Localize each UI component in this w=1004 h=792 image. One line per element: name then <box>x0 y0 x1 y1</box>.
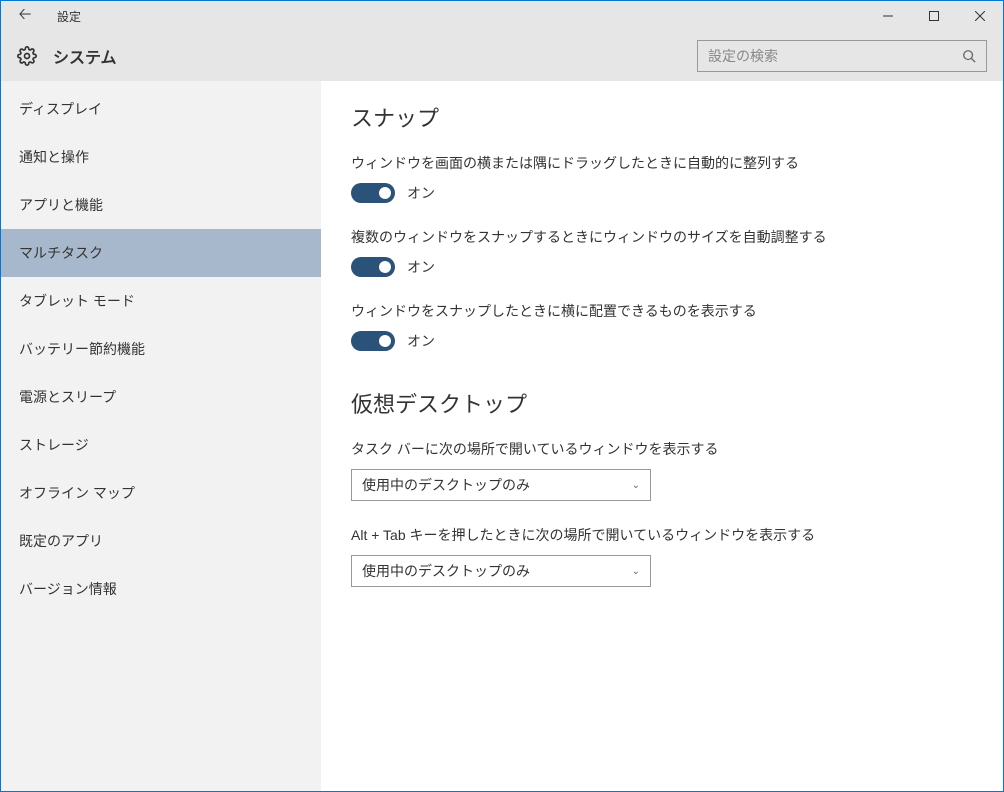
chevron-down-icon: ⌄ <box>632 480 640 491</box>
setting-snap-assist: ウィンドウをスナップしたときに横に配置できるものを表示する オン <box>351 301 973 351</box>
sidebar-item-label: 通知と操作 <box>19 147 89 167</box>
setting-label: タスク バーに次の場所で開いているウィンドウを表示する <box>351 439 973 459</box>
sidebar-item-label: バッテリー節約機能 <box>19 339 145 359</box>
sidebar-item-battery[interactable]: バッテリー節約機能 <box>1 325 321 373</box>
sidebar: ディスプレイ 通知と操作 アプリと機能 マルチタスク タブレット モード バッテ… <box>1 81 321 791</box>
search-box[interactable] <box>697 40 987 72</box>
sidebar-item-label: タブレット モード <box>19 291 135 311</box>
sidebar-item-notifications[interactable]: 通知と操作 <box>1 133 321 181</box>
main-panel: スナップ ウィンドウを画面の横または隅にドラッグしたときに自動的に整列する オン… <box>321 81 1003 791</box>
toggle-state: オン <box>407 331 435 351</box>
setting-snap-auto-size: 複数のウィンドウをスナップするときにウィンドウのサイズを自動調整する オン <box>351 227 973 277</box>
toggle-knob <box>379 187 391 199</box>
header: システム <box>1 31 1003 81</box>
sidebar-item-storage[interactable]: ストレージ <box>1 421 321 469</box>
chevron-down-icon: ⌄ <box>632 566 640 577</box>
content: ディスプレイ 通知と操作 アプリと機能 マルチタスク タブレット モード バッテ… <box>1 81 1003 791</box>
toggle-state: オン <box>407 257 435 277</box>
toggle-knob <box>379 261 391 273</box>
maximize-button[interactable] <box>911 1 957 31</box>
dropdown-value: 使用中のデスクトップのみ <box>362 475 530 495</box>
search-icon <box>962 49 976 63</box>
sidebar-item-power[interactable]: 電源とスリープ <box>1 373 321 421</box>
section-virtual-desktop: 仮想デスクトップ タスク バーに次の場所で開いているウィンドウを表示する 使用中… <box>351 387 973 587</box>
section-heading-snap: スナップ <box>351 101 973 133</box>
sidebar-item-label: ストレージ <box>19 435 89 455</box>
window-controls <box>865 1 1003 31</box>
titlebar: 🡠 設定 <box>1 1 1003 31</box>
sidebar-item-label: アプリと機能 <box>19 195 103 215</box>
page-title: システム <box>53 44 117 68</box>
toggle-snap-auto-size[interactable] <box>351 257 395 277</box>
back-arrow-icon: 🡠 <box>19 3 32 30</box>
sidebar-item-tablet[interactable]: タブレット モード <box>1 277 321 325</box>
sidebar-item-label: 既定のアプリ <box>19 531 103 551</box>
minimize-button[interactable] <box>865 1 911 31</box>
toggle-snap-auto-arrange[interactable] <box>351 183 395 203</box>
sidebar-item-apps[interactable]: アプリと機能 <box>1 181 321 229</box>
close-button[interactable] <box>957 1 1003 31</box>
sidebar-item-label: オフライン マップ <box>19 483 135 503</box>
setting-alttab-windows: Alt + Tab キーを押したときに次の場所で開いているウィンドウを表示する … <box>351 525 973 587</box>
sidebar-item-defaultapps[interactable]: 既定のアプリ <box>1 517 321 565</box>
setting-taskbar-windows: タスク バーに次の場所で開いているウィンドウを表示する 使用中のデスクトップのみ… <box>351 439 973 501</box>
toggle-knob <box>379 335 391 347</box>
dropdown-alttab-windows[interactable]: 使用中のデスクトップのみ ⌄ <box>351 555 651 587</box>
sidebar-item-about[interactable]: バージョン情報 <box>1 565 321 613</box>
sidebar-item-multitasking[interactable]: マルチタスク <box>1 229 321 277</box>
section-heading-virtual-desktop: 仮想デスクトップ <box>351 387 973 419</box>
dropdown-taskbar-windows[interactable]: 使用中のデスクトップのみ ⌄ <box>351 469 651 501</box>
sidebar-item-label: バージョン情報 <box>19 579 117 599</box>
sidebar-item-label: 電源とスリープ <box>19 387 116 407</box>
window-title: 設定 <box>57 8 81 25</box>
back-button[interactable]: 🡠 <box>1 1 49 31</box>
minimize-icon <box>883 11 893 21</box>
search-input[interactable] <box>708 48 962 64</box>
toggle-row: オン <box>351 331 973 351</box>
setting-label: Alt + Tab キーを押したときに次の場所で開いているウィンドウを表示する <box>351 525 973 545</box>
setting-label: ウィンドウを画面の横または隅にドラッグしたときに自動的に整列する <box>351 153 973 173</box>
close-icon <box>975 11 985 21</box>
dropdown-value: 使用中のデスクトップのみ <box>362 561 530 581</box>
sidebar-item-label: マルチタスク <box>19 243 103 263</box>
gear-icon <box>17 46 37 66</box>
sidebar-item-label: ディスプレイ <box>19 99 102 119</box>
maximize-icon <box>929 11 939 21</box>
setting-label: 複数のウィンドウをスナップするときにウィンドウのサイズを自動調整する <box>351 227 973 247</box>
toggle-row: オン <box>351 183 973 203</box>
setting-snap-auto-arrange: ウィンドウを画面の横または隅にドラッグしたときに自動的に整列する オン <box>351 153 973 203</box>
toggle-snap-assist[interactable] <box>351 331 395 351</box>
setting-label: ウィンドウをスナップしたときに横に配置できるものを表示する <box>351 301 973 321</box>
toggle-state: オン <box>407 183 435 203</box>
toggle-row: オン <box>351 257 973 277</box>
sidebar-item-maps[interactable]: オフライン マップ <box>1 469 321 517</box>
sidebar-item-display[interactable]: ディスプレイ <box>1 85 321 133</box>
